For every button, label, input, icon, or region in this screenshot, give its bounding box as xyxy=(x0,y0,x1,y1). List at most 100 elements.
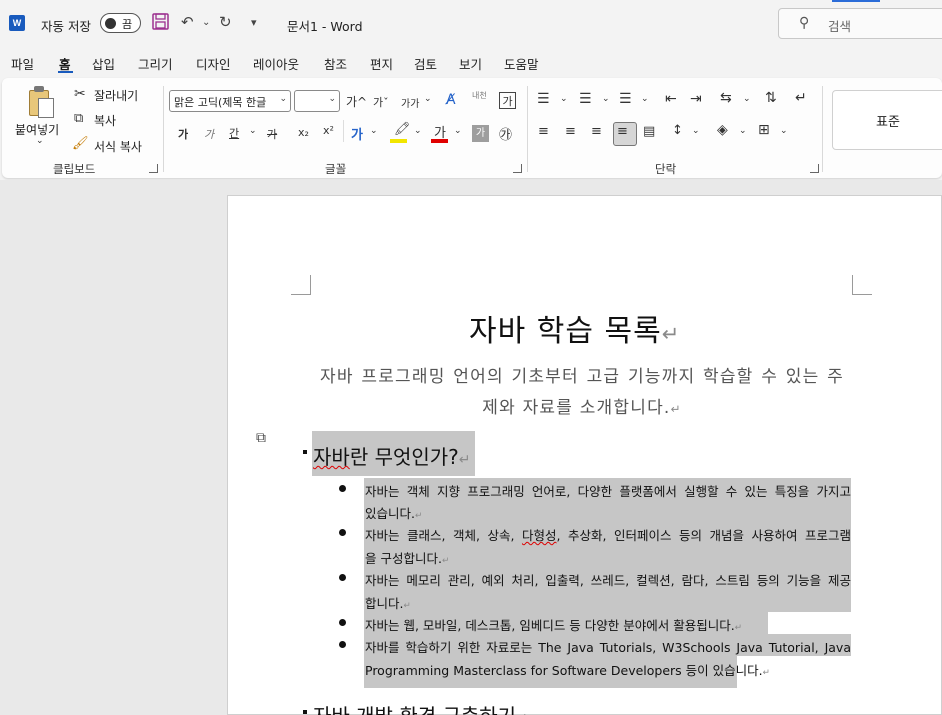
paragraph-mark: ↵ xyxy=(516,711,528,715)
save-icon[interactable] xyxy=(152,13,169,34)
autosave-state: 끔 xyxy=(122,18,133,31)
list-item-line[interactable]: 자바는 메모리 관리, 예외 처리, 입출력, 쓰레드, 컬렉션, 람다, 스트… xyxy=(365,570,851,589)
copilot-icon[interactable]: ⧉ xyxy=(256,430,266,446)
align-right-icon[interactable]: ≡ xyxy=(591,124,602,139)
document-heading[interactable]: 자바 학습 목록↵ xyxy=(469,306,680,350)
section-heading[interactable]: 자바 개발 환경 구축하기↵ xyxy=(313,700,528,715)
change-case-dropdown-icon[interactable]: ⌄ xyxy=(424,94,432,104)
heading-text: 란 무엇인가? xyxy=(349,445,459,469)
distributed-icon[interactable]: ▤ xyxy=(643,124,655,139)
bullets-dropdown-icon[interactable]: ⌄ xyxy=(560,94,568,104)
search-placeholder: 검색 xyxy=(828,19,852,34)
text-direction-icon[interactable]: ⇆ xyxy=(720,90,732,106)
tab-layout[interactable]: 레이아웃 xyxy=(253,54,299,73)
grow-font-button[interactable]: 가^ xyxy=(346,93,367,110)
sort-icon[interactable]: ⇅ xyxy=(765,90,777,106)
underline-button[interactable]: 간 xyxy=(229,125,239,141)
document-subtitle[interactable]: 자바 프로그래밍 언어의 기초부터 고급 기능까지 학습할 수 있는 주제와 자… xyxy=(320,362,844,425)
font-name-combo[interactable]: 맑은 고딕(제목 한글 ⌄ xyxy=(169,90,291,112)
tab-help[interactable]: 도움말 xyxy=(504,54,539,73)
list-bullet xyxy=(339,485,346,492)
format-painter-icon[interactable]: 🖌 xyxy=(72,136,89,151)
phonetic-guide-button[interactable]: 내천 xyxy=(472,90,487,101)
paragraph-launcher-icon[interactable] xyxy=(810,164,819,173)
section-heading[interactable]: 자바란 무엇인가?↵ xyxy=(313,441,471,470)
list-item-line[interactable]: 자바를 학습하기 위한 자료로는 The Java Tutorials, W3S… xyxy=(365,637,851,656)
paragraph-mark: ↵ xyxy=(661,322,681,346)
text-direction-dropdown-icon[interactable]: ⌄ xyxy=(743,94,751,104)
strikethrough-button[interactable]: 가 xyxy=(267,126,277,142)
show-marks-icon[interactable]: ↵ xyxy=(795,90,807,106)
clipboard-launcher-icon[interactable] xyxy=(149,164,158,173)
shading-dropdown-icon[interactable]: ⌄ xyxy=(739,126,747,136)
toggle-knob xyxy=(105,18,116,29)
customize-toolbar-icon[interactable]: ▾ xyxy=(251,16,257,29)
redo-icon[interactable]: ↻ xyxy=(219,13,232,31)
paste-dropdown-icon[interactable]: ⌄ xyxy=(36,136,44,146)
font-group-label: 글꼴 xyxy=(325,162,347,176)
enclose-characters-button[interactable]: ㉮ xyxy=(499,124,512,143)
multilevel-list-icon[interactable]: ☰ xyxy=(619,91,632,107)
list-item-line[interactable]: 자바는 클래스, 객체, 상속, 다형성, 추상화, 인터페이스 등의 개념을 … xyxy=(365,525,851,544)
paragraph-mark: ↵ xyxy=(441,556,450,566)
font-color-dropdown-icon[interactable]: ⌄ xyxy=(454,126,462,136)
italic-button[interactable]: 가 xyxy=(204,126,214,142)
clipboard-group-label: 클립보드 xyxy=(53,162,96,176)
borders-icon[interactable]: ⊞ xyxy=(758,122,770,138)
list-item-line[interactable]: 자바는 객체 지향 프로그래밍 언어로, 다양한 플랫폼에서 실행할 수 있는 … xyxy=(365,481,851,500)
align-center-icon[interactable]: ≡ xyxy=(565,124,576,139)
change-case-button[interactable]: 가가 xyxy=(401,95,419,110)
numbering-dropdown-icon[interactable]: ⌄ xyxy=(602,94,610,104)
tab-mailings[interactable]: 편지 xyxy=(370,54,393,73)
list-item-line[interactable]: Programming Masterclass for Software Dev… xyxy=(365,660,770,679)
clear-formatting-icon[interactable]: A̸ xyxy=(446,92,456,108)
multilevel-dropdown-icon[interactable]: ⌄ xyxy=(641,94,649,104)
scissors-icon[interactable]: ✂ xyxy=(74,86,86,102)
highlight-icon[interactable]: 🖍 xyxy=(394,122,411,137)
underline-dropdown-icon[interactable]: ⌄ xyxy=(249,126,257,136)
tab-references[interactable]: 참조 xyxy=(324,54,347,73)
paste-icon[interactable] xyxy=(29,86,57,120)
tab-view[interactable]: 보기 xyxy=(459,54,482,73)
tab-draw[interactable]: 그리기 xyxy=(138,54,173,73)
tab-file[interactable]: 파일 xyxy=(11,54,34,73)
line-spacing-icon[interactable]: ↕ xyxy=(672,123,683,138)
decrease-indent-icon[interactable]: ⇤ xyxy=(665,91,677,107)
text-effects-button[interactable]: 가 xyxy=(351,124,363,143)
tab-review[interactable]: 검토 xyxy=(414,54,437,73)
superscript-button[interactable]: x² xyxy=(323,124,334,137)
autosave-toggle[interactable]: 끔 xyxy=(100,13,141,33)
text-effects-dropdown-icon[interactable]: ⌄ xyxy=(370,126,378,136)
list-item-line[interactable]: 합니다.↵ xyxy=(365,593,411,612)
title-bar: W 자동 저장 끔 ↶ ⌄ ↻ ▾ 문서1 - Word ⚲ 검색 xyxy=(0,0,942,48)
align-left-icon[interactable]: ≡ xyxy=(538,124,549,139)
copy-button[interactable]: 복사 xyxy=(94,112,116,129)
search-input[interactable]: ⚲ 검색 xyxy=(778,8,942,39)
undo-icon[interactable]: ↶ xyxy=(181,13,194,31)
character-shading-button[interactable]: 가 xyxy=(472,125,489,142)
subscript-button[interactable]: x₂ xyxy=(298,126,309,139)
bold-button[interactable]: 가 xyxy=(178,126,188,142)
shrink-font-button[interactable]: 가ˇ xyxy=(373,94,389,110)
borders-dropdown-icon[interactable]: ⌄ xyxy=(780,126,788,136)
list-item-line[interactable]: 을 구성합니다.↵ xyxy=(365,548,449,567)
tab-design[interactable]: 디자인 xyxy=(196,54,231,73)
increase-indent-icon[interactable]: ⇥ xyxy=(690,91,702,107)
list-item-line[interactable]: 자바는 웹, 모바일, 데스크톱, 임베디드 등 다양한 분야에서 활용됩니다.… xyxy=(365,615,742,634)
highlight-dropdown-icon[interactable]: ⌄ xyxy=(414,126,422,136)
cut-button[interactable]: 잘라내기 xyxy=(94,87,138,104)
shading-icon[interactable]: ◈ xyxy=(717,122,728,138)
line-spacing-dropdown-icon[interactable]: ⌄ xyxy=(692,126,700,136)
tab-insert[interactable]: 삽입 xyxy=(92,54,115,73)
character-border-button[interactable]: 가 xyxy=(499,92,516,109)
undo-dropdown-icon[interactable]: ⌄ xyxy=(202,17,210,28)
copy-icon[interactable]: ⧉ xyxy=(74,111,83,126)
numbering-icon[interactable]: ☰ xyxy=(579,91,592,107)
font-launcher-icon[interactable] xyxy=(513,164,522,173)
font-size-combo[interactable]: ⌄ xyxy=(294,90,340,112)
bullets-icon[interactable]: ☰ xyxy=(537,91,550,107)
list-item-line[interactable]: 있습니다.↵ xyxy=(365,503,422,522)
format-painter-button[interactable]: 서식 복사 xyxy=(94,138,142,155)
style-normal[interactable]: 표준 xyxy=(832,90,942,150)
heading-marker xyxy=(303,450,307,454)
